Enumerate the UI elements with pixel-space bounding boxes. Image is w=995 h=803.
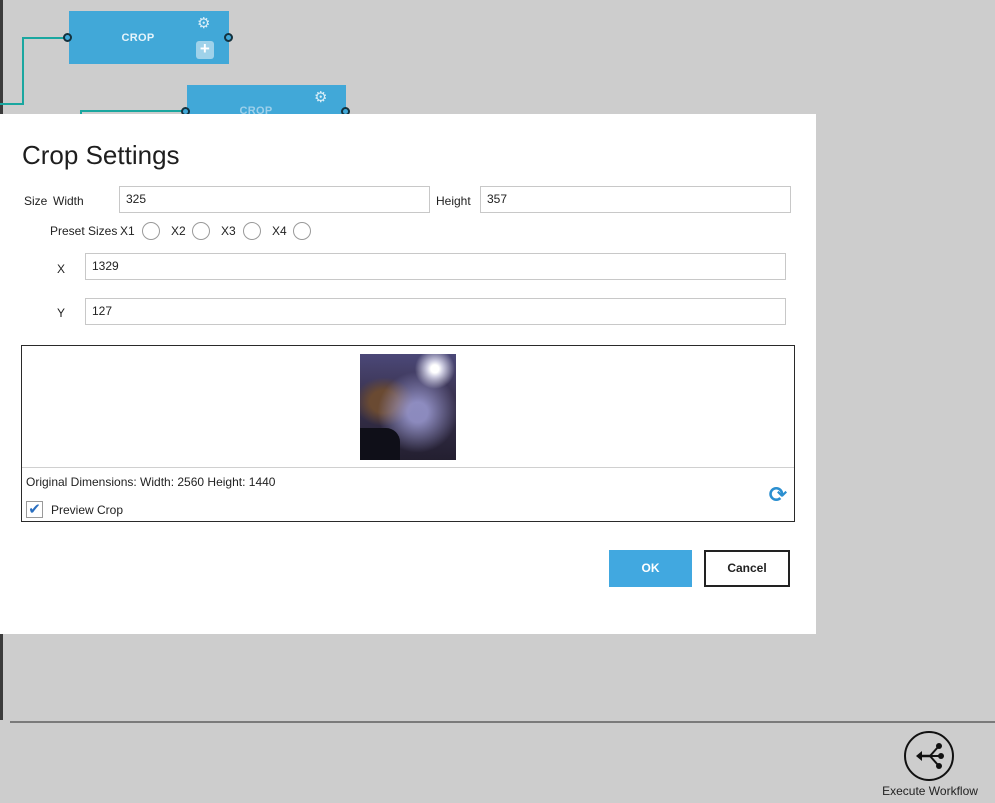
gear-icon[interactable]: ⚙	[197, 16, 211, 31]
add-icon[interactable]: +	[196, 40, 214, 59]
preset-sizes-label: Preset Sizes	[50, 224, 118, 238]
preset-x2-label: X2	[171, 224, 186, 238]
preset-x4-radio[interactable]	[293, 222, 311, 240]
workflow-share-icon	[916, 743, 944, 769]
crop-settings-dialog: Crop Settings Size Width 325 Height 357 …	[0, 114, 816, 634]
crop-node-label: CROP	[121, 32, 155, 44]
gear-icon[interactable]: ⚙	[314, 90, 328, 105]
execute-workflow-icon[interactable]	[904, 731, 954, 781]
width-input[interactable]: 325	[119, 186, 430, 213]
preset-x1-radio[interactable]	[142, 222, 160, 240]
size-label: Size	[24, 194, 48, 208]
preset-x3-radio[interactable]	[243, 222, 261, 240]
y-input[interactable]: 127	[85, 298, 786, 325]
input-port[interactable]	[63, 33, 72, 42]
preset-x3-label: X3	[221, 224, 236, 238]
footer-divider	[10, 721, 995, 723]
height-input[interactable]: 357	[480, 186, 791, 213]
preview-crop-label: Preview Crop	[51, 503, 124, 517]
preview-area	[22, 346, 794, 468]
output-port[interactable]	[224, 33, 233, 42]
connector-wire	[0, 103, 24, 105]
connector-wire	[80, 110, 185, 112]
crop-node[interactable]: CROP ⚙ +	[69, 11, 229, 64]
connector-wire	[22, 37, 66, 39]
preview-panel: Original Dimensions: Width: 2560 Height:…	[21, 345, 795, 522]
refresh-icon[interactable]: ⟳	[766, 483, 790, 507]
execute-workflow-label[interactable]: Execute Workflow	[866, 784, 994, 798]
width-label: Width	[53, 194, 84, 208]
x-label: X	[57, 262, 66, 276]
cancel-button[interactable]: Cancel	[704, 550, 790, 587]
crop-preview-image	[360, 354, 456, 460]
preset-x1-label: X1	[120, 224, 135, 238]
height-label: Height	[436, 194, 471, 208]
preview-crop-checkbox[interactable]: ✔	[26, 501, 43, 518]
preset-x2-radio[interactable]	[192, 222, 210, 240]
ok-button[interactable]: OK	[609, 550, 692, 587]
dialog-title: Crop Settings	[22, 140, 180, 170]
preset-x4-label: X4	[272, 224, 287, 238]
crop-node[interactable]: CROP ⚙	[187, 85, 346, 117]
connector-wire	[22, 37, 24, 105]
x-input[interactable]: 1329	[85, 253, 786, 280]
y-label: Y	[57, 306, 66, 320]
original-dimensions: Original Dimensions: Width: 2560 Height:…	[26, 475, 276, 489]
